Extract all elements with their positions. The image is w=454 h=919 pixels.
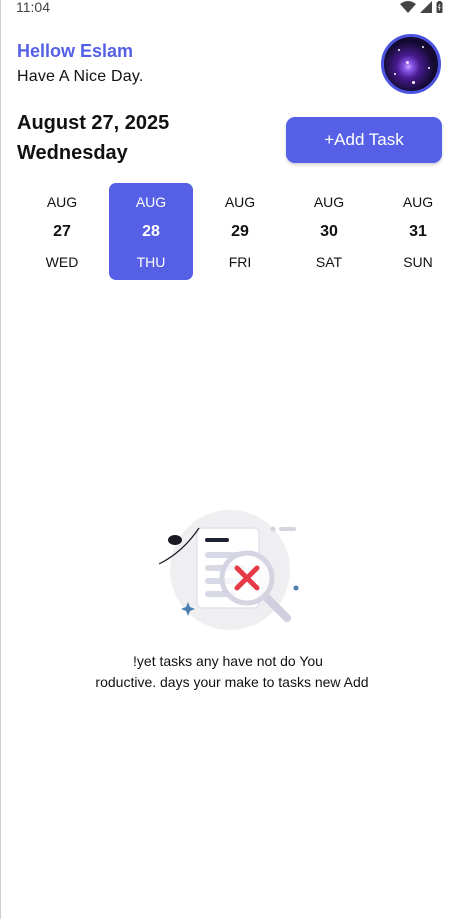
date-weekday: SAT [315,254,343,270]
current-date: August 27, 2025 [17,112,170,134]
date-weekday: THU [136,254,166,270]
date-item-30[interactable]: AUG 30 SAT [287,183,371,280]
date-item-28[interactable]: AUG 28 THU [109,183,193,280]
battery-icon [436,1,443,13]
date-month: AUG [224,194,256,210]
date-day: 29 [231,223,249,240]
empty-state-message: !yet tasks any have not do You [133,653,323,669]
add-task-button[interactable]: +Add Task [286,117,442,163]
status-icons [400,0,443,14]
date-day: 31 [409,223,427,240]
status-time: 11:04 [16,0,50,15]
date-month: AUG [402,194,434,210]
date-weekday: FRI [228,254,252,270]
empty-state-hint: roductive. days your make to tasks new A… [95,674,369,690]
date-month: AUG [46,194,78,210]
date-day: 30 [320,223,338,240]
date-picker: AUG 27 WED AUG 28 THU AUG 29 FRI AUG 30 … [17,183,445,281]
date-weekday: WED [45,254,79,270]
greeting-title: Hellow Eslam [17,41,134,61]
date-month: AUG [135,194,167,210]
app-screen: 11:04 Hellow Eslam Have A Nice Day. Augu… [0,0,454,919]
date-weekday: SUN [403,254,433,270]
date-month: AUG [313,194,345,210]
date-item-31[interactable]: AUG 31 SUN [376,183,454,280]
date-item-27[interactable]: AUG 27 WED [20,183,104,280]
no-tasks-search-icon [155,508,305,633]
greeting-subtitle: Have A Nice Day. [17,68,144,85]
date-day: 27 [53,223,71,240]
date-item-29[interactable]: AUG 29 FRI [198,183,282,280]
current-weekday: Wednesday [17,142,128,164]
wifi-icon [400,1,416,13]
date-day: 28 [142,223,160,240]
status-bar: 11:04 [1,0,454,16]
signal-icon [420,1,432,13]
avatar[interactable] [381,34,441,94]
